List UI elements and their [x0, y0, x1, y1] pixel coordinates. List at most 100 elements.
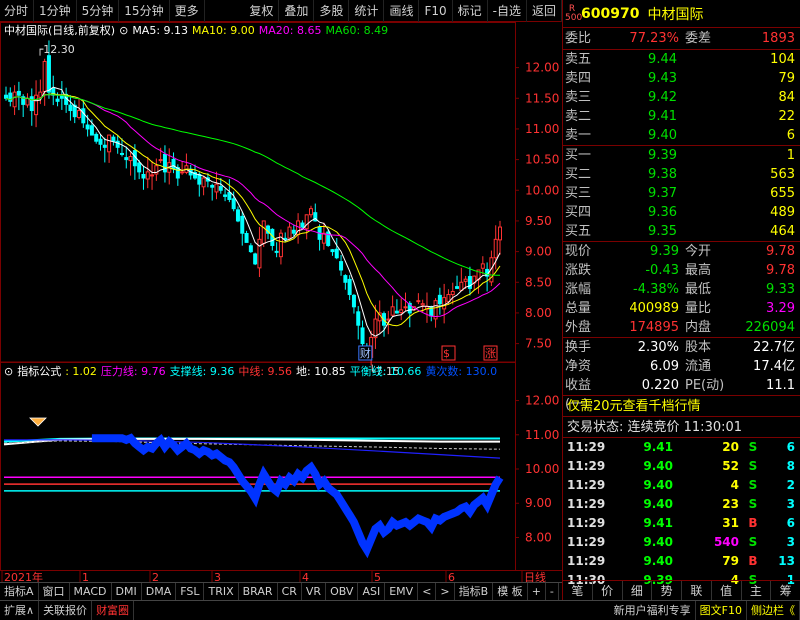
- indicator-y-tick-label: 8.00: [525, 530, 552, 544]
- high-price-label: ┌12.30: [37, 43, 75, 56]
- indicator-tab-11[interactable]: ASI: [358, 583, 386, 600]
- candle-body: [107, 134, 112, 153]
- panel-tab-2[interactable]: 细: [623, 581, 653, 600]
- toolbar-action-2[interactable]: 多股: [314, 0, 350, 22]
- quote-row: 涨跌 -0.43 最高 9.78: [563, 261, 800, 280]
- buy-price: 9.38: [648, 167, 677, 182]
- buy-level-5[interactable]: 买五 9.35 464: [563, 222, 800, 241]
- indicator-tab-4[interactable]: DMA: [142, 583, 177, 600]
- toolbar-tab-1[interactable]: 1分钟: [34, 0, 77, 22]
- buy-level-3[interactable]: 买三 9.37 655: [563, 184, 800, 203]
- candle-body: [235, 209, 240, 222]
- indicator-tab-14[interactable]: >: [436, 583, 455, 600]
- toolbar-action-1[interactable]: 叠加: [279, 0, 315, 22]
- sell-level-2[interactable]: 卖四 9.43 79: [563, 69, 800, 88]
- wei-cha-label: 委差: [685, 31, 712, 46]
- sell-level-3[interactable]: 卖三 9.42 84: [563, 88, 800, 107]
- tick-row: 11:29 9.40 23 S 3: [563, 495, 800, 514]
- toolbar-action-5[interactable]: F10: [419, 0, 453, 22]
- sell-level-4[interactable]: 卖二 9.41 22: [563, 107, 800, 126]
- toolbar-tab-4[interactable]: 更多: [170, 0, 205, 22]
- candle-body: [253, 253, 258, 265]
- sell-volume: 22: [778, 109, 795, 124]
- panel-tab-5[interactable]: 值: [712, 581, 742, 600]
- tick-count: 2: [786, 478, 795, 492]
- indicator-tab-2[interactable]: MACD: [70, 583, 112, 600]
- bottom-tab-0[interactable]: 扩展∧: [0, 601, 40, 620]
- indicator-tab-8[interactable]: CR: [278, 583, 302, 600]
- toolbar-tab-2[interactable]: 5分钟: [77, 0, 120, 22]
- indicator-tab-9[interactable]: VR: [302, 583, 327, 600]
- stock-code[interactable]: 600970: [581, 6, 639, 22]
- indicator-tab-0[interactable]: 指标A: [0, 583, 39, 600]
- sell-level-5[interactable]: 卖一 9.40 6: [563, 126, 800, 145]
- buy-label: 买五: [565, 224, 592, 239]
- bottom-tab-2[interactable]: 财富圈: [92, 601, 135, 620]
- buy-level-1[interactable]: 买一 9.39 1: [563, 146, 800, 165]
- tick-side: S: [748, 440, 758, 454]
- sell-price: 9.42: [648, 90, 677, 105]
- toolbar-action-3[interactable]: 统计: [349, 0, 385, 22]
- indicator-name[interactable]: 指标公式: [17, 363, 61, 381]
- ma20-line: [5, 94, 501, 318]
- buy-level-4[interactable]: 买四 9.36 489: [563, 203, 800, 222]
- candle-body: [399, 309, 404, 314]
- toolbar-tab-3[interactable]: 15分钟: [119, 0, 170, 22]
- stock-name[interactable]: 中材国际: [647, 4, 703, 24]
- chart-canvas[interactable]: 12.00 11.50 11.00 10.50 10.00 9.50 9.00 8.50 8.0…: [0, 22, 562, 582]
- indicator-tab-3[interactable]: DMI: [112, 583, 142, 600]
- candle-body: [498, 226, 502, 241]
- toolbar-action-4[interactable]: 画线: [384, 0, 420, 22]
- indicator-tab-17[interactable]: +: [528, 583, 546, 600]
- indicator-tab-12[interactable]: EMV: [385, 583, 419, 600]
- toolbar-action-7[interactable]: -自选: [488, 0, 527, 22]
- indicator-tab-15[interactable]: 指标B: [455, 583, 494, 600]
- indicator-tab-16[interactable]: 模 板: [493, 583, 528, 600]
- dropdown-icon[interactable]: ⊙: [119, 22, 128, 40]
- quote-label: 总量: [565, 301, 592, 316]
- rank-badge: R 500: [565, 4, 582, 23]
- indicator-tab-10[interactable]: OBV: [326, 583, 359, 600]
- toolbar-action-6[interactable]: 标记: [453, 0, 488, 22]
- indicator-tab-5[interactable]: FSL: [176, 583, 205, 600]
- indicator-tab-bar: 指标A 窗口 MACD DMI DMA FSL TRIX BRAR CR VR OBV ASI EMV <…: [0, 582, 562, 600]
- panel-tab-7[interactable]: 筹: [771, 581, 800, 600]
- panel-tab-0[interactable]: 笔: [563, 581, 593, 600]
- fund-label: 净资: [565, 359, 592, 374]
- x-tick-label: 日线: [524, 570, 546, 582]
- candle-body: [321, 232, 326, 244]
- panel-tab-1[interactable]: 价: [593, 581, 623, 600]
- candle-body: [128, 156, 133, 162]
- tick-time: 11:29: [567, 535, 606, 549]
- bottom-tab-4[interactable]: 图文F10: [696, 601, 747, 620]
- indicator-dropdown-icon[interactable]: ⊙: [4, 363, 13, 381]
- x-tick-label: 4: [302, 571, 309, 582]
- indicator-tab-1[interactable]: 窗口: [39, 583, 70, 600]
- toolbar-tab-0[interactable]: 分时: [0, 0, 35, 22]
- buy-level-2[interactable]: 买二 9.38 563: [563, 165, 800, 184]
- candle-body: [231, 198, 236, 210]
- indicator-tab-6[interactable]: TRIX: [204, 583, 239, 600]
- indicator-tab-7[interactable]: BRAR: [239, 583, 278, 600]
- bottom-tab-1[interactable]: 关联报价: [39, 601, 93, 620]
- toolbar-action-8[interactable]: 返回: [527, 0, 562, 22]
- candle-body: [180, 171, 185, 174]
- x-tick-label: 1: [82, 571, 89, 582]
- buy-volume: 1: [786, 148, 795, 163]
- indicator-tab-18[interactable]: -: [546, 583, 559, 600]
- indicator-tab-13[interactable]: <: [418, 583, 437, 600]
- kline-chart[interactable]: 12.00 11.50 11.00 10.50 10.00 9.50 9.00 8.50 8.0…: [0, 22, 562, 582]
- tick-row: 11:29 9.41 20 S 6: [563, 438, 800, 457]
- panel-tab-4[interactable]: 联: [682, 581, 712, 600]
- panel-tab-6[interactable]: 主: [742, 581, 772, 600]
- candle-body: [493, 238, 498, 259]
- sell-level-1[interactable]: 卖五 9.44 104: [563, 50, 800, 69]
- promo-link[interactable]: 仅需20元查看千档行情: [563, 395, 800, 416]
- bottom-tab-5[interactable]: 侧边栏《: [747, 601, 800, 620]
- candle-body: [442, 297, 447, 310]
- panel-tab-3[interactable]: 势: [652, 581, 682, 600]
- buy-label: 买二: [565, 167, 592, 182]
- x-tick-label: 6: [448, 571, 455, 582]
- bottom-tab-3[interactable]: 新用户福利专享: [610, 601, 696, 620]
- toolbar-action-0[interactable]: 复权: [244, 0, 280, 22]
